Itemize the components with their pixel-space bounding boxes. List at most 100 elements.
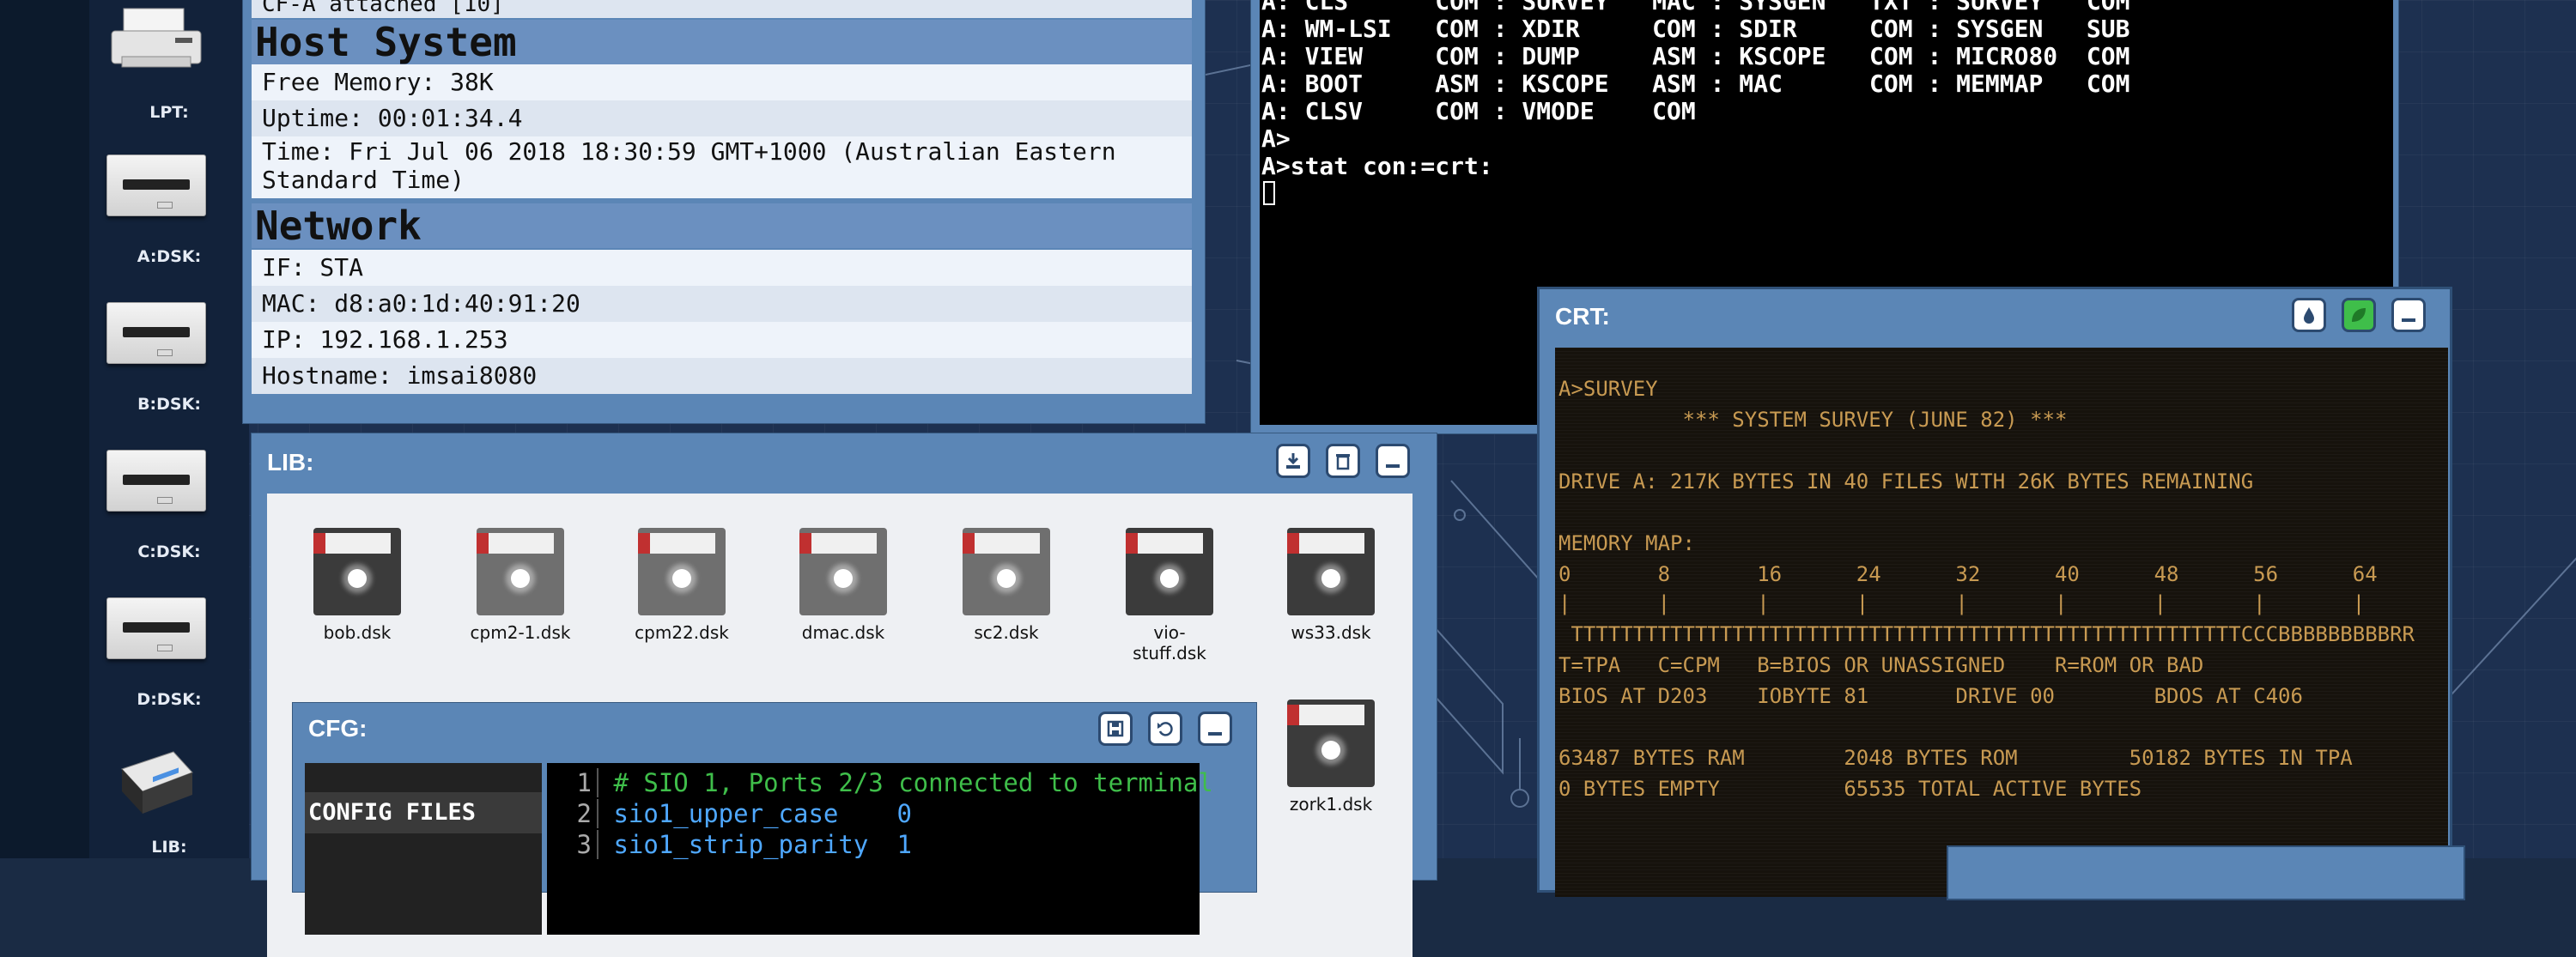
overlapping-window-edge (1947, 845, 2465, 900)
crt-line: DRIVE A: 217K BYTES IN 40 FILES WITH 26K… (1558, 469, 2254, 494)
disk-file[interactable]: cpm22.dsk (617, 528, 746, 643)
minimize-button[interactable] (2391, 298, 2426, 332)
line-number: 2 (547, 799, 598, 828)
droplet-icon (2304, 307, 2314, 324)
dock-label: B:DSK: (137, 395, 201, 414)
floppy-disk-icon (1287, 528, 1375, 615)
disk-file-name: sc2.dsk (974, 622, 1039, 643)
crt-window: CRT: A>SURVEY *** SYSTEM SURVEY (JUNE 82… (1537, 287, 2465, 900)
disk-file-name: dmac.dsk (801, 622, 885, 643)
ip-value: IP: 192.168.1.253 (252, 322, 1192, 358)
config-files-heading: CONFIG FILES (305, 792, 542, 833)
config-files-sidebar: CONFIG FILES (305, 763, 542, 935)
time-line: Standard Time) (262, 166, 465, 194)
config-editor[interactable]: 1 # SIO 1, Ports 2/3 connected to termin… (547, 763, 1213, 935)
host-row: CF-A attached [10] (252, 0, 1192, 18)
mac-value: MAC: d8:a0:1d:40:91:20 (252, 286, 1192, 322)
save-button[interactable] (1098, 712, 1133, 746)
floppy-disk-icon (313, 528, 401, 615)
minimize-button[interactable] (1198, 712, 1232, 746)
terminal-line: A>stat con:=crt: (1261, 152, 1493, 180)
disk-file[interactable]: zork1.dsk (1267, 700, 1395, 815)
host-system-panel: CF-A attached [10] Host System Free Memo… (252, 0, 1192, 399)
library-icon (121, 751, 193, 814)
code-comment: # SIO 1, Ports 2/3 connected to terminal (613, 768, 1213, 797)
disk-drive-icon (106, 597, 206, 659)
floppy-disk-icon (638, 528, 726, 615)
terminal-line: A> (1261, 124, 1291, 153)
save-icon (1107, 720, 1124, 737)
section-heading-network: Network (252, 203, 1192, 248)
download-button[interactable] (1276, 444, 1310, 478)
floppy-disk-icon (963, 528, 1050, 615)
leaf-icon (2352, 308, 2366, 322)
delete-button[interactable] (1326, 444, 1360, 478)
blueprint-desktop: LPT: A:DSK: B:DSK: C:DSK: D:DSK: LIB: CF… (0, 0, 2576, 957)
code-line: 3 sio1_strip_parity 1 (547, 830, 912, 859)
crt-line: 63487 BYTES RAM 2048 BYTES ROM 50182 BYT… (1558, 746, 2353, 770)
disk-file-name: bob.dsk (323, 622, 392, 643)
disk-drive-icon (106, 450, 206, 512)
minimize-icon (1386, 464, 1400, 468)
code-key: sio1_strip_parity (613, 830, 869, 859)
printer-icon (111, 8, 202, 68)
dock-label: D:DSK: (137, 690, 202, 709)
interface-value: IF: STA (252, 250, 1192, 286)
disk-file[interactable]: bob.dsk (293, 528, 422, 643)
code-value: 1 (896, 830, 912, 859)
crt-line: *** SYSTEM SURVEY (JUNE 82) *** (1558, 408, 2068, 432)
disk-file[interactable]: vio- stuff.dsk (1105, 528, 1234, 663)
floppy-disk-icon (477, 528, 564, 615)
disk-file-name: cpm22.dsk (635, 622, 729, 643)
crt-screen[interactable]: A>SURVEY *** SYSTEM SURVEY (JUNE 82) ***… (1555, 348, 2448, 897)
undo-icon (1157, 722, 1173, 736)
terminal-line: A: CLSV COM : VMODE COM (1261, 97, 1696, 125)
crt-line: T=TPA C=CPM B=BIOS OR UNASSIGNED R=ROM O… (1558, 653, 2204, 677)
disk-file[interactable]: sc2.dsk (942, 528, 1071, 643)
terminal-line: A: CLS COM : SURVEY MAC : SYSGEN TXT : S… (1261, 0, 2130, 15)
code-line: 1 # SIO 1, Ports 2/3 connected to termin… (547, 768, 1213, 797)
host-system-window: CF-A attached [10] Host System Free Memo… (242, 0, 1206, 424)
dock-label: C:DSK: (137, 542, 201, 561)
code-key: sio1_upper_case (613, 799, 839, 828)
minimize-button[interactable] (1376, 444, 1410, 478)
time-line: Time: Fri Jul 06 2018 18:30:59 GMT+1000 … (262, 137, 1116, 166)
disk-file[interactable]: ws33.dsk (1267, 528, 1395, 643)
crt-line: MEMORY MAP: (1558, 531, 1695, 555)
section-heading-host: Host System (252, 20, 1192, 64)
time-value: Time: Fri Jul 06 2018 18:30:59 GMT+1000 … (252, 136, 1192, 198)
dock-label: A:DSK: (137, 247, 202, 266)
floppy-disk-icon (1287, 700, 1375, 787)
left-edge-strip (0, 0, 89, 858)
disk-file[interactable]: dmac.dsk (779, 528, 908, 643)
floppy-disk-icon (1126, 528, 1213, 615)
device-dock: LPT: A:DSK: B:DSK: C:DSK: D:DSK: LIB: (89, 0, 249, 858)
terminal-line: A: BOOT ASM : KSCOPE ASM : MAC COM : MEM… (1261, 70, 2130, 98)
disk-file[interactable]: cpm2-1.dsk (456, 528, 585, 643)
disk-drive-icon (106, 302, 206, 364)
hostname-value: Hostname: imsai8080 (252, 358, 1192, 394)
code-value: 0 (896, 799, 912, 828)
free-memory-value: Free Memory: 38K (252, 64, 1192, 100)
trash-icon (1336, 454, 1350, 470)
crt-line: TTTTTTTTTTTTTTTTTTTTTTTTTTTTTTTTTTTTTTTT… (1558, 622, 2415, 646)
floppy-disk-icon (799, 528, 887, 615)
crt-line: A>SURVEY (1558, 377, 1658, 401)
minimize-icon (1208, 732, 1222, 736)
color-button[interactable] (2292, 298, 2326, 332)
crt-line: | | | | | | | | | (1558, 591, 2366, 615)
window-title: CFG: (308, 715, 368, 742)
window-title: CRT: (1555, 303, 1610, 330)
crt-line: 0 BYTES EMPTY 65535 TOTAL ACTIVE BYTES (1558, 777, 2142, 801)
terminal-line: A: VIEW COM : DUMP ASM : KSCOPE COM : MI… (1261, 42, 2130, 70)
revert-button[interactable] (1148, 712, 1182, 746)
line-number: 1 (547, 768, 598, 797)
line-number: 3 (547, 830, 598, 859)
crt-line: BIOS AT D203 IOBYTE 81 DRIVE 00 BDOS AT … (1558, 684, 2303, 708)
disk-file-name: vio- stuff.dsk (1133, 622, 1206, 663)
download-icon (1286, 453, 1300, 469)
power-button[interactable] (2342, 298, 2376, 332)
dock-label: LPT: (149, 103, 189, 122)
disk-drive-icon (106, 154, 206, 216)
code-line: 2 sio1_upper_case 0 (547, 799, 912, 828)
